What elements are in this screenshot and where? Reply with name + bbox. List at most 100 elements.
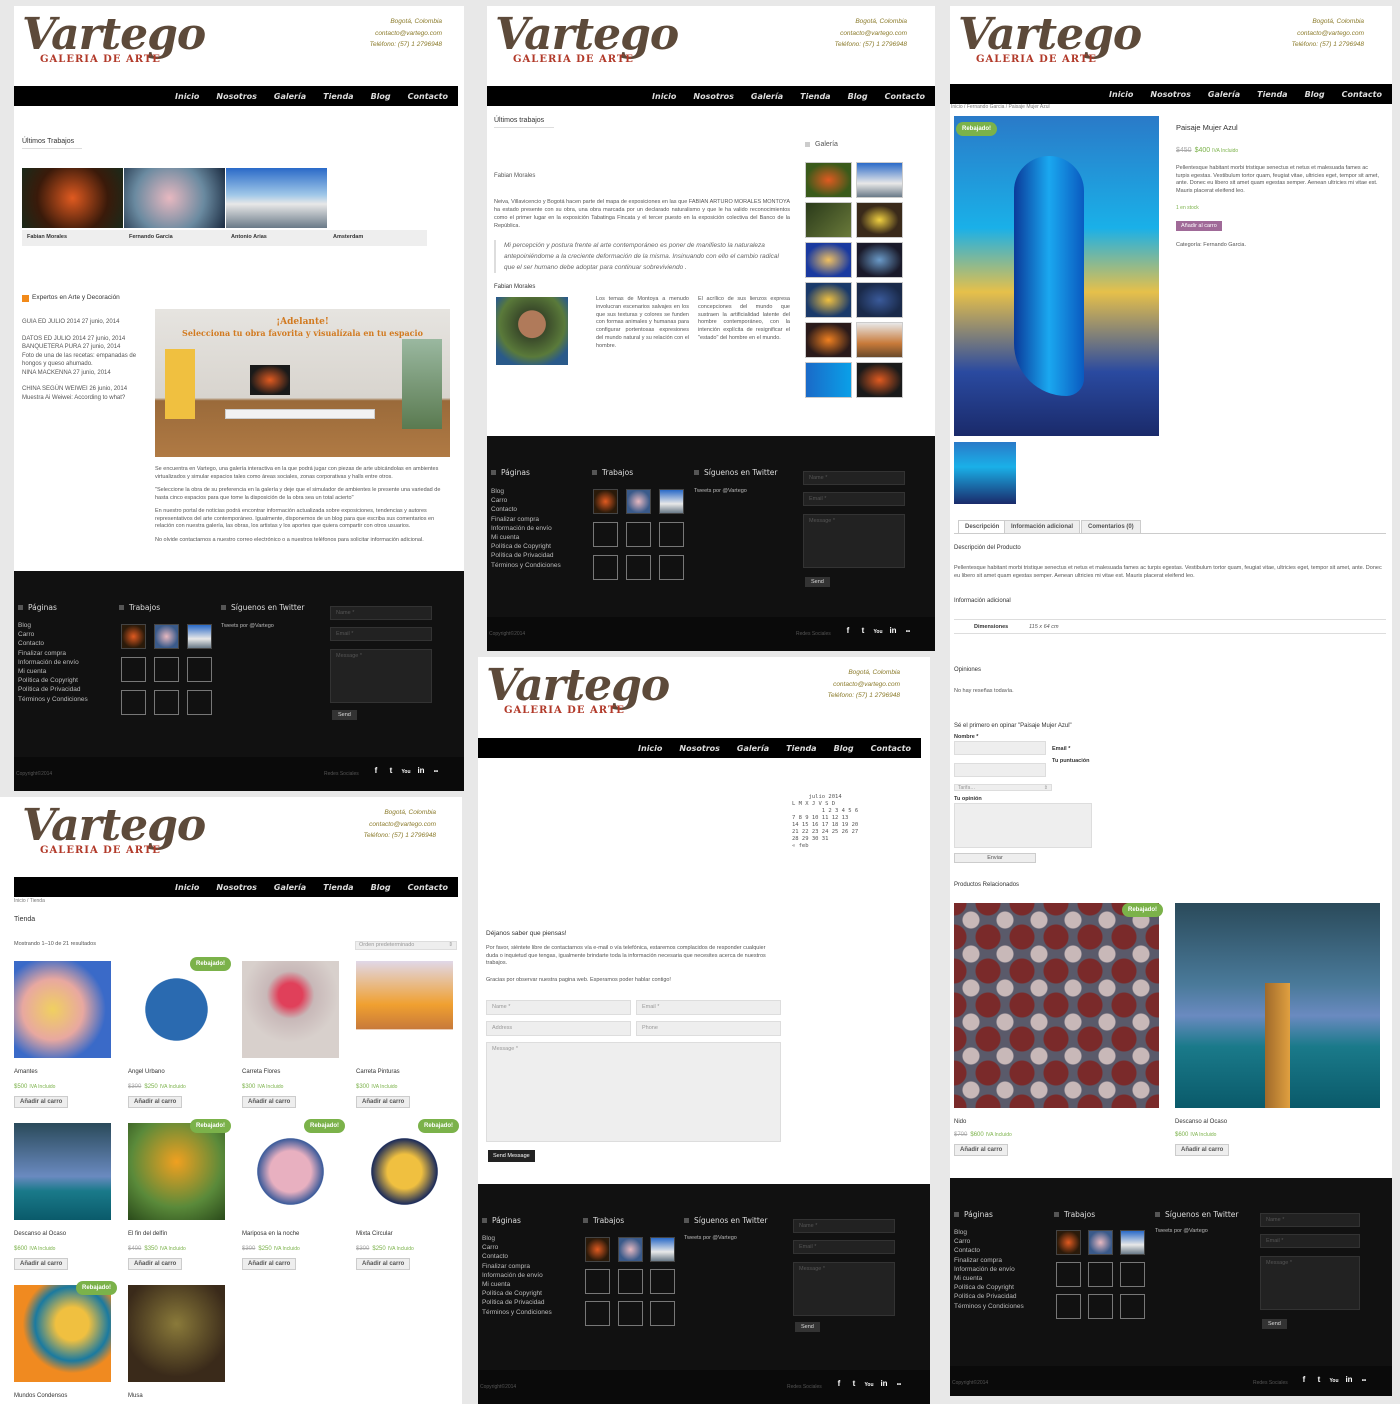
logo[interactable]: Vartego GALERIA DE ARTE <box>22 803 206 857</box>
work-thumb-empty[interactable] <box>154 690 179 715</box>
logo[interactable]: Vartego GALERIA DE ARTE <box>958 12 1142 66</box>
contact-address-input[interactable]: Address <box>486 1021 631 1036</box>
product-name[interactable]: Carreta Pinturas <box>356 1069 400 1075</box>
footer-link[interactable]: Mi cuenta <box>491 533 561 542</box>
add-to-cart-button[interactable]: Añadir al carro <box>242 1258 297 1270</box>
work-thumb-empty[interactable] <box>593 555 618 580</box>
footer-link[interactable]: Términos y Condiciones <box>491 561 561 570</box>
work-image[interactable] <box>226 168 327 228</box>
product-name[interactable]: Mundos Condensos <box>14 1393 67 1399</box>
nav-contacto[interactable]: Contacto <box>871 739 911 759</box>
flickr-icon[interactable]: •• <box>430 766 442 778</box>
footer-link[interactable]: Carro <box>482 1243 552 1252</box>
nav-blog[interactable]: Blog <box>848 87 868 107</box>
linkedin-icon[interactable]: in <box>1343 1374 1355 1386</box>
nav-tienda[interactable]: Tienda <box>800 87 830 107</box>
contact-send-button[interactable]: Send Message <box>488 1150 535 1162</box>
work-thumb-empty[interactable] <box>121 657 146 682</box>
work-thumb[interactable] <box>1088 1230 1113 1255</box>
product-image[interactable] <box>356 961 453 1058</box>
related-name[interactable]: Descanso al Ocaso <box>1175 1119 1227 1125</box>
product-image[interactable]: Rebajado! <box>954 116 1159 436</box>
flickr-icon[interactable]: •• <box>902 626 914 638</box>
logo[interactable]: Vartego GALERIA DE ARTE <box>22 12 206 66</box>
review-name-input[interactable] <box>954 741 1046 755</box>
work-thumb-empty[interactable] <box>1088 1262 1113 1287</box>
work-thumb-empty[interactable] <box>593 522 618 547</box>
linkedin-icon[interactable]: in <box>878 1378 890 1390</box>
tab-reviews[interactable]: Comentarios (0) <box>1081 520 1141 534</box>
footer-link[interactable]: Política de Copyright <box>18 676 88 685</box>
nav-tienda[interactable]: Tienda <box>786 739 816 759</box>
footer-link[interactable]: Términos y Condiciones <box>954 1302 1024 1311</box>
nav-galeria[interactable]: Galería <box>1208 85 1240 105</box>
add-to-cart-button[interactable]: Añadir al carro <box>356 1096 411 1108</box>
footer-message-input[interactable]: Message * <box>330 649 432 703</box>
breadcrumb[interactable]: Inicio / Tienda <box>14 898 45 904</box>
rss-title[interactable]: Expertos en Arte y Decoración <box>32 294 120 301</box>
footer-link[interactable]: Política de Privacidad <box>954 1292 1024 1301</box>
post-item[interactable]: BANQUETERA PURA 27 junio, 2014 Foto de un… <box>22 343 142 369</box>
add-to-cart-button[interactable]: Añadir al carro <box>14 1096 69 1108</box>
nav-contacto[interactable]: Contacto <box>408 87 448 107</box>
youtube-icon[interactable]: You <box>1328 1375 1340 1387</box>
footer-name-input[interactable]: Name * <box>1260 1213 1360 1227</box>
post-item[interactable]: NINA MACKENNA 27 junio, 2014 <box>22 369 142 378</box>
calendar-prev-link[interactable]: « feb <box>792 843 858 850</box>
footer-link[interactable]: Política de Copyright <box>491 542 561 551</box>
add-to-cart-button[interactable]: Añadir al carro <box>242 1096 297 1108</box>
related-image[interactable] <box>954 903 1159 1108</box>
add-to-cart-button[interactable]: Añadir al carro <box>128 1258 183 1270</box>
work-thumb[interactable] <box>585 1237 610 1262</box>
related-image[interactable] <box>1175 903 1380 1108</box>
email-link[interactable]: contacto@vartego.com <box>370 28 442 40</box>
product-name[interactable]: Descanso al Ocaso <box>14 1231 66 1237</box>
contact-message-textarea[interactable]: Message * <box>486 1042 781 1142</box>
product-image[interactable] <box>128 961 225 1058</box>
footer-name-input[interactable]: Name * <box>793 1219 895 1233</box>
footer-link[interactable]: Carro <box>18 630 88 639</box>
tweets-link[interactable]: Tweets por @Vartego <box>1155 1228 1208 1234</box>
footer-link[interactable]: Información de envío <box>954 1265 1024 1274</box>
footer-link[interactable]: Información de envío <box>482 1271 552 1280</box>
footer-send-button[interactable]: Send <box>805 577 830 587</box>
nav-contacto[interactable]: Contacto <box>1342 85 1382 105</box>
gallery-thumb[interactable] <box>805 322 852 358</box>
work-thumb-empty[interactable] <box>1056 1262 1081 1287</box>
post-item[interactable]: DATOS ED JULIO 2014 27 junio, 2014 <box>22 335 142 344</box>
footer-email-input[interactable]: Email * <box>803 492 905 506</box>
gallery-thumb[interactable] <box>856 162 903 198</box>
work-thumb-empty[interactable] <box>121 690 146 715</box>
simulator-banner[interactable]: ¡Adelante! Selecciona tu obra favorita y… <box>155 309 450 457</box>
nav-inicio[interactable]: Inicio <box>175 87 199 107</box>
work-name[interactable]: Fabian Morales <box>27 234 67 240</box>
gallery-thumb[interactable] <box>805 242 852 278</box>
facebook-icon[interactable]: f <box>1298 1374 1310 1386</box>
work-thumb-empty[interactable] <box>585 1269 610 1294</box>
nav-blog[interactable]: Blog <box>371 878 391 898</box>
add-to-cart-button[interactable]: Añadir al carro <box>356 1258 411 1270</box>
youtube-icon[interactable]: You <box>400 766 412 778</box>
logo[interactable]: Vartego GALERIA DE ARTE <box>495 12 679 66</box>
footer-link[interactable]: Blog <box>482 1234 552 1243</box>
calendar-row[interactable]: 28 29 30 31 <box>792 836 858 843</box>
footer-send-button[interactable]: Send <box>332 710 357 720</box>
contact-phone-input[interactable]: Phone <box>636 1021 781 1036</box>
footer-link[interactable]: Términos y Condiciones <box>482 1308 552 1317</box>
nav-inicio[interactable]: Inicio <box>175 878 199 898</box>
work-thumb-empty[interactable] <box>1120 1294 1145 1319</box>
footer-link[interactable]: Blog <box>18 621 88 630</box>
youtube-icon[interactable]: You <box>863 1379 875 1391</box>
product-image[interactable] <box>128 1285 225 1382</box>
add-to-cart-button[interactable]: Añadir al carro <box>128 1096 183 1108</box>
product-name[interactable]: El fin del delfín <box>128 1231 167 1237</box>
product-image[interactable] <box>14 1123 111 1220</box>
nav-galeria[interactable]: Galería <box>274 87 306 107</box>
work-thumb[interactable] <box>1120 1230 1145 1255</box>
add-to-cart-button[interactable]: Añadir al carro <box>954 1144 1009 1156</box>
gallery-thumb[interactable] <box>856 282 903 318</box>
linkedin-icon[interactable]: in <box>887 625 899 637</box>
work-thumb-empty[interactable] <box>187 690 212 715</box>
work-thumb-empty[interactable] <box>585 1301 610 1326</box>
work-thumb-empty[interactable] <box>1088 1294 1113 1319</box>
